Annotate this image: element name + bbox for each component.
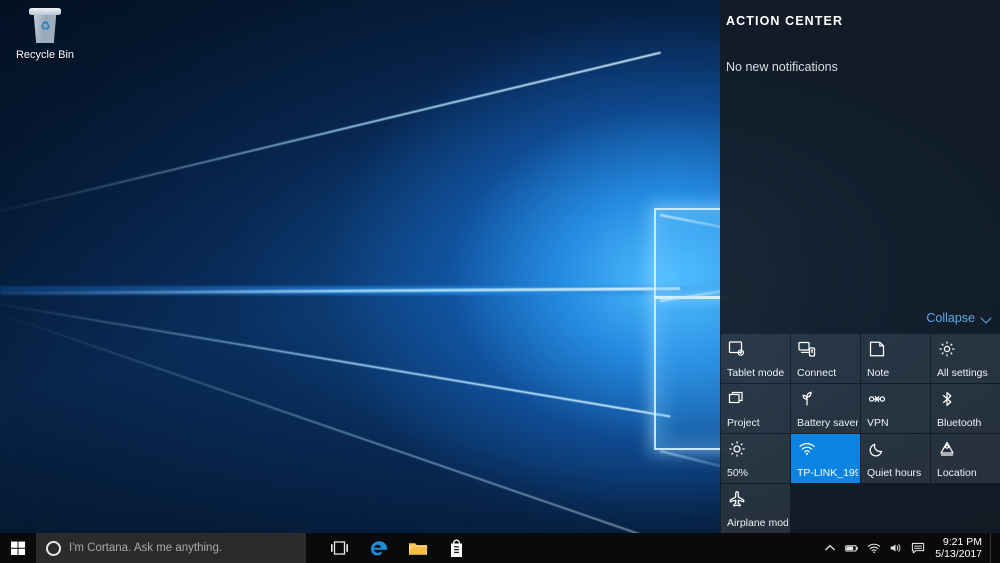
quick-action-label: All settings bbox=[937, 367, 988, 379]
clock-date: 5/13/2017 bbox=[935, 548, 982, 560]
action-center-icon bbox=[912, 542, 925, 554]
battery-saver-icon bbox=[798, 390, 816, 408]
chevron-up-icon bbox=[825, 544, 836, 551]
clock-time: 9:21 PM bbox=[942, 536, 982, 548]
action-center-button[interactable] bbox=[907, 533, 929, 563]
quick-action-tile-50[interactable]: 50% bbox=[721, 434, 790, 483]
quick-action-tile-all-settings[interactable]: All settings bbox=[931, 334, 1000, 383]
search-placeholder: I'm Cortana. Ask me anything. bbox=[69, 542, 223, 554]
show-hidden-icons-button[interactable] bbox=[819, 533, 841, 563]
gear-icon bbox=[938, 340, 956, 358]
cortana-ring-icon bbox=[46, 540, 61, 556]
quick-action-label: Quiet hours bbox=[867, 467, 922, 479]
no-notifications-text: No new notifications bbox=[726, 60, 838, 74]
quick-action-label: Bluetooth bbox=[937, 417, 982, 429]
system-tray: 9:21 PM 5/13/2017 bbox=[819, 533, 1000, 563]
taskbar-buttons bbox=[320, 533, 476, 563]
task-view-button[interactable] bbox=[320, 533, 359, 563]
network-button[interactable] bbox=[863, 533, 885, 563]
taskbar: I'm Cortana. Ask me anything. 9:21 PM 5/… bbox=[0, 533, 1000, 563]
quick-action-tile-location[interactable]: Location bbox=[931, 434, 1000, 483]
wifi-icon bbox=[798, 440, 816, 458]
windows-start-icon bbox=[10, 541, 25, 555]
tablet-mode-icon bbox=[728, 340, 746, 358]
task-view-icon bbox=[331, 541, 348, 555]
project-icon bbox=[728, 390, 746, 408]
vpn-icon bbox=[868, 390, 886, 408]
desktop-icon-recycle-bin[interactable]: ♻ Recycle Bin bbox=[6, 6, 84, 62]
file-explorer-button[interactable] bbox=[398, 533, 437, 563]
quick-action-tile-bluetooth[interactable]: Bluetooth bbox=[931, 384, 1000, 433]
chevron-down-icon bbox=[981, 313, 992, 324]
quick-action-label: Tablet mode bbox=[727, 367, 785, 379]
quick-action-tile-tp-link-199c[interactable]: TP-LINK_199C bbox=[791, 434, 860, 483]
desktop-icon-label: Recycle Bin bbox=[15, 49, 75, 61]
speaker-icon bbox=[891, 544, 901, 552]
quick-action-tile-quiet-hours[interactable]: Quiet hours bbox=[861, 434, 930, 483]
bluetooth-icon bbox=[938, 390, 956, 408]
taskbar-clock[interactable]: 9:21 PM 5/13/2017 bbox=[929, 533, 990, 563]
battery-button[interactable] bbox=[841, 533, 863, 563]
quick-action-label: Project bbox=[727, 417, 760, 429]
folder-icon bbox=[408, 542, 428, 555]
quick-action-label: VPN bbox=[867, 417, 889, 429]
collapse-button[interactable]: Collapse bbox=[926, 311, 992, 325]
store-button[interactable] bbox=[437, 533, 476, 563]
quick-action-tile-project[interactable]: Project bbox=[721, 384, 790, 433]
connect-icon bbox=[798, 340, 816, 358]
battery-icon bbox=[845, 545, 859, 552]
recycle-bin-icon: ♻ bbox=[25, 6, 65, 46]
quick-action-label: Note bbox=[867, 367, 890, 379]
desktop-screen: ♻ Recycle Bin ACTION CENTER No new notif… bbox=[0, 0, 1000, 563]
quick-action-label: TP-LINK_199C bbox=[797, 467, 858, 479]
action-center-panel: ACTION CENTER No new notifications Colla… bbox=[720, 0, 1000, 533]
brightness-icon bbox=[728, 440, 746, 458]
quick-action-tile-note[interactable]: Note bbox=[861, 334, 930, 383]
quick-action-tile-battery-saver[interactable]: Battery saver bbox=[791, 384, 860, 433]
store-bag-icon bbox=[451, 539, 462, 557]
quick-action-label: Airplane mode bbox=[727, 517, 788, 529]
notifications-list-area bbox=[720, 74, 1000, 311]
wifi-icon bbox=[868, 543, 881, 554]
quick-action-tile-connect[interactable]: Connect bbox=[791, 334, 860, 383]
show-desktop-button[interactable] bbox=[990, 533, 996, 563]
edge-browser-icon bbox=[370, 541, 387, 556]
quick-action-tile-vpn[interactable]: VPN bbox=[861, 384, 930, 433]
volume-button[interactable] bbox=[885, 533, 907, 563]
collapse-label: Collapse bbox=[926, 311, 975, 325]
cortana-search-box[interactable]: I'm Cortana. Ask me anything. bbox=[36, 533, 306, 563]
quick-action-label: 50% bbox=[727, 467, 749, 479]
edge-button[interactable] bbox=[359, 533, 398, 563]
moon-icon bbox=[868, 440, 886, 458]
airplane-icon bbox=[728, 490, 746, 508]
quick-action-tile-tablet-mode[interactable]: Tablet mode bbox=[721, 334, 790, 383]
quick-action-label: Battery saver bbox=[797, 417, 858, 429]
start-button[interactable] bbox=[0, 533, 36, 563]
quick-action-label: Location bbox=[937, 467, 977, 479]
quick-action-tile-airplane-mode[interactable]: Airplane mode bbox=[721, 484, 790, 533]
quick-action-label: Connect bbox=[797, 367, 837, 379]
location-icon bbox=[938, 440, 956, 458]
quick-actions-grid: Tablet mode Connect Note All settings Projec… bbox=[720, 334, 1000, 533]
action-center-title: ACTION CENTER bbox=[726, 14, 844, 28]
collapse-row: Collapse bbox=[720, 311, 1000, 334]
note-icon bbox=[868, 340, 886, 358]
